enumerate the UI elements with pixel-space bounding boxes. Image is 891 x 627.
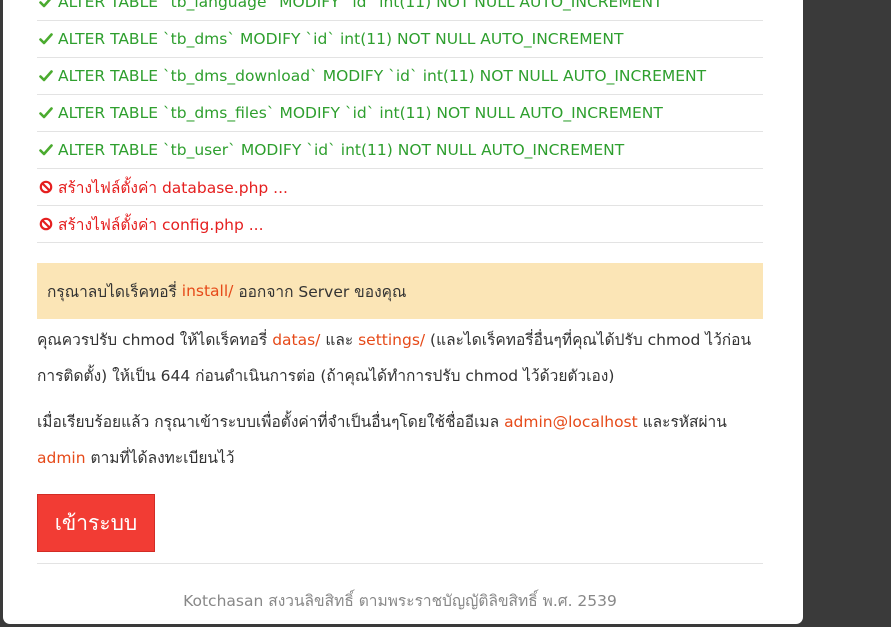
login-button[interactable]: เข้าระบบ [37,494,155,552]
login-note-text: และรหัสผ่าน [637,413,727,431]
settings-dir-highlight: settings/ [358,331,426,349]
admin-password-highlight: admin [37,449,86,467]
footer-divider [37,563,763,564]
notice-text-before: กรุณาลบไดเร็คทอรี่ [47,282,182,301]
log-item-text: ALTER TABLE `tb_dms_files` MODIFY `id` i… [58,104,663,122]
datas-dir-highlight: datas/ [272,331,321,349]
log-item-text: ALTER TABLE `tb_user` MODIFY `id` int(11… [58,141,625,159]
check-icon [39,107,53,119]
warning-notice: กรุณาลบไดเร็คทอรี่ install/ ออกจาก Serve… [37,263,763,319]
login-note-text: เมื่อเรียบร้อยแล้ว กรุณาเข้าระบบเพื่อตั้… [37,413,505,431]
log-item: ALTER TABLE `tb_user` MODIFY `id` int(11… [37,132,763,169]
log-item-text: ALTER TABLE `tb_dms` MODIFY `id` int(11)… [58,30,624,48]
check-icon [39,144,53,156]
check-icon [39,0,52,8]
ban-icon [39,180,53,194]
install-dir-highlight: install/ [181,282,234,300]
login-note-text: ตามที่ได้ลงทะเบียนไว้ [85,449,235,467]
log-item-text: สร้างไฟล์ตั้งค่า database.php ... [58,178,288,197]
log-item: ALTER TABLE `tb_dms_files` MODIFY `id` i… [37,95,763,132]
log-item-text: ALTER TABLE `tb_language` MODIFY `id` in… [58,0,663,11]
ban-icon [39,217,53,231]
chmod-note-text: คุณควรปรับ chmod ให้ไดเร็คทอรี่ [37,331,273,349]
log-item: สร้างไฟล์ตั้งค่า config.php ... [37,206,763,243]
log-item: สร้างไฟล์ตั้งค่า database.php ... [37,169,763,206]
chmod-note: คุณควรปรับ chmod ให้ไดเร็คทอรี่ datas/ แ… [37,322,763,394]
login-note: เมื่อเรียบร้อยแล้ว กรุณาเข้าระบบเพื่อตั้… [37,404,763,476]
admin-email-highlight: admin@localhost [504,413,638,431]
log-item: ALTER TABLE `tb_language` MODIFY `id` in… [37,0,763,21]
chmod-note-text: และ [320,331,359,349]
notice-text-after: ออกจาก Server ของคุณ [233,282,407,301]
copyright-footer: Kotchasan สงวนลิขสิทธิ์ ตามพระราชบัญญัติ… [183,592,617,610]
log-item-text: ALTER TABLE `tb_dms_download` MODIFY `id… [58,67,707,85]
log-item-text: สร้างไฟล์ตั้งค่า config.php ... [58,215,264,234]
log-item: ALTER TABLE `tb_dms_download` MODIFY `id… [37,58,763,95]
log-item: ALTER TABLE `tb_dms` MODIFY `id` int(11)… [37,21,763,58]
check-icon [39,70,53,82]
check-icon [39,33,53,45]
